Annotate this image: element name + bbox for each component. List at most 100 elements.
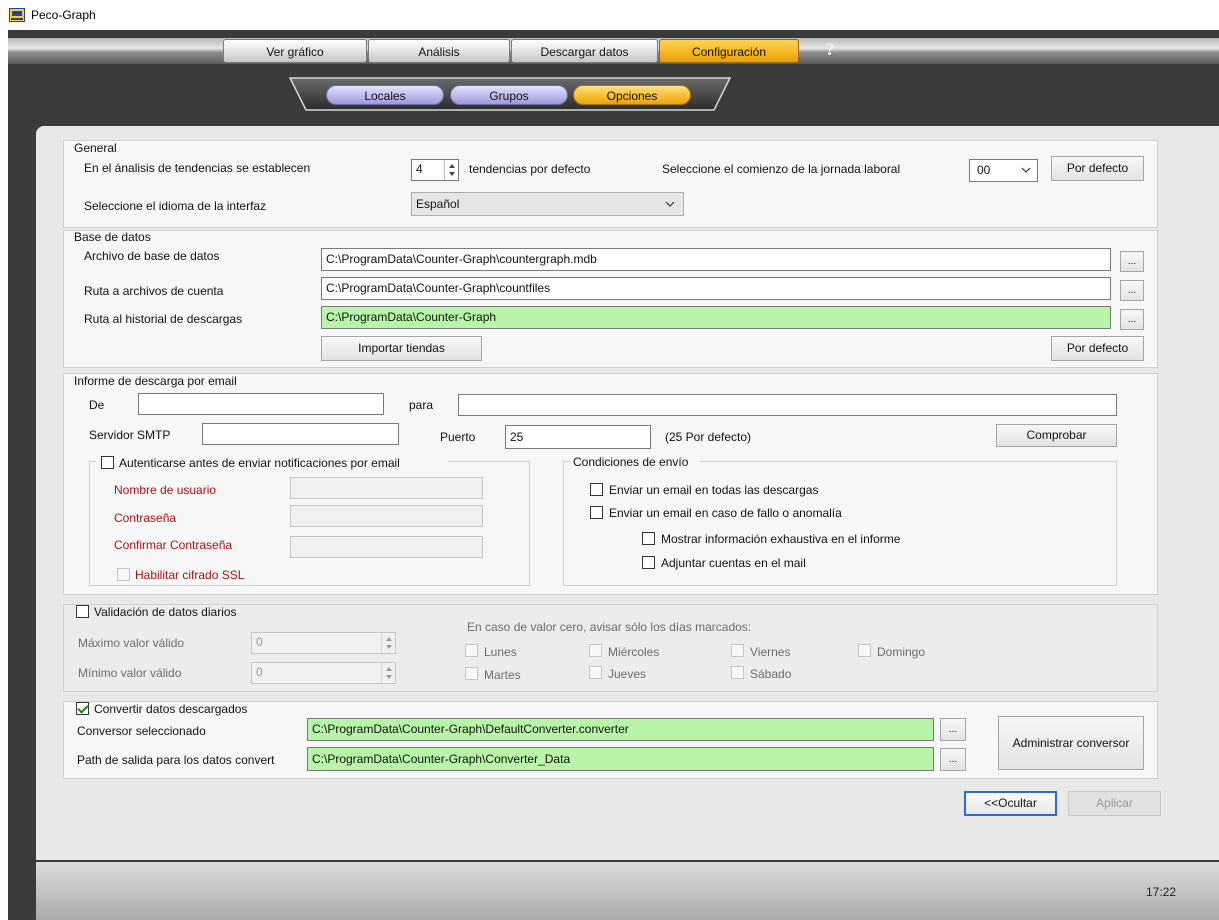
spin-up-icon [449,164,455,168]
output-path-browse-button[interactable]: ... [940,748,966,771]
converter-browse-button[interactable]: ... [940,718,966,741]
general-default-button[interactable]: Por defecto [1051,156,1144,181]
zero-days-label: En caso de valor cero, avisar sólo los d… [467,620,752,634]
hide-button[interactable]: <<Ocultar [964,791,1057,816]
day-lunes-checkbox[interactable] [465,644,478,657]
tab-configuracion[interactable]: Configuración [659,39,799,63]
workday-value: 00 [977,163,991,177]
day-jueves-checkbox[interactable] [589,666,602,679]
cond-fail-label: Enviar un email en caso de fallo o anoma… [609,506,842,520]
spin-up-icon [386,637,392,641]
window-titlebar [0,0,1219,30]
trends-spinner[interactable]: 4 [411,159,459,181]
import-stores-button[interactable]: Importar tiendas [321,336,482,361]
port-input[interactable]: 25 [505,425,651,449]
max-value: 0 [256,635,263,649]
database-title: Base de datos [74,230,151,244]
auth-checkbox[interactable] [101,456,114,469]
window-title: Peco-Graph [31,8,96,22]
min-value-spinner[interactable]: 0 [251,662,396,684]
converter-label: Conversor seleccionado [77,724,206,738]
spin-down-icon [386,675,392,679]
convert-checkbox[interactable] [76,702,89,715]
to-input[interactable] [458,394,1117,416]
day-miercoles-checkbox[interactable] [589,644,602,657]
day-viernes-label: Viernes [750,645,791,659]
trends-spin-buttons[interactable] [444,160,458,180]
db-file-input[interactable]: C:\ProgramData\Counter-Graph\countergrap… [321,248,1111,271]
username-label: Nombre de usuario [114,483,217,497]
cond-all-label: Enviar un email en todas las descargas [609,483,819,497]
username-input[interactable] [290,477,483,499]
confirm-password-label: Confirmar Contraseña [114,538,233,552]
check-smtp-button[interactable]: Comprobar [996,424,1117,447]
cond-detail-checkbox[interactable] [642,532,655,545]
day-domingo-checkbox[interactable] [858,644,871,657]
count-path-browse-button[interactable]: ... [1120,280,1144,301]
db-file-browse-button[interactable]: ... [1120,251,1144,272]
email-title: Informe de descarga por email [74,374,237,388]
count-path-label: Ruta a archivos de cuenta [84,284,224,298]
language-select[interactable]: Español [411,192,684,216]
smtp-input[interactable] [202,423,399,445]
help-button[interactable]: ? [820,40,840,60]
validation-title: Validación de datos diarios [94,605,237,619]
day-martes-label: Martes [484,668,521,682]
from-input[interactable] [138,393,384,415]
output-path-input[interactable]: C:\ProgramData\Counter-Graph\Converter_D… [307,747,934,771]
app-icon [9,8,25,22]
day-sabado-checkbox[interactable] [731,666,744,679]
trends-suffix: tendencias por defecto [469,162,591,176]
max-spin-buttons[interactable] [381,633,395,653]
ssl-checkbox[interactable] [117,568,130,581]
day-lunes-label: Lunes [484,645,517,659]
apply-button[interactable]: Aplicar [1068,791,1161,816]
workday-label: Seleccione el comienzo de la jornada lab… [662,162,901,176]
subtab-grupos[interactable]: Grupos [450,85,568,105]
min-spin-buttons[interactable] [381,663,395,683]
language-value: Español [416,197,460,211]
port-hint: (25 Por defecto) [665,430,752,444]
tab-descargar-datos[interactable]: Descargar datos [511,39,658,63]
trends-label: En el ánalisis de tendencias se establec… [84,161,311,175]
history-label: Ruta al historial de descargas [84,312,243,326]
status-bar [36,862,1219,920]
spin-down-icon [449,172,455,176]
confirm-password-input[interactable] [290,536,483,558]
from-label: De [89,398,105,412]
workday-select[interactable]: 00 [969,159,1038,182]
day-domingo-label: Domingo [877,645,926,659]
tab-ver-grafico[interactable]: Ver gráfico [223,39,367,63]
tab-analisis[interactable]: Análisis [368,39,510,63]
chevron-down-icon [665,201,675,207]
language-label: Seleccione el idioma de la interfaz [84,199,267,213]
count-path-input[interactable]: C:\ProgramData\Counter-Graph\countfiles [321,277,1111,300]
to-label: para [409,398,434,412]
converter-input[interactable]: C:\ProgramData\Counter-Graph\DefaultConv… [307,718,934,741]
database-default-button[interactable]: Por defecto [1051,336,1144,361]
cond-detail-label: Mostrar información exhaustiva en el inf… [661,532,901,546]
day-martes-checkbox[interactable] [465,667,478,680]
subtab-opciones[interactable]: Opciones [573,85,691,105]
max-value-spinner[interactable]: 0 [251,632,396,654]
status-clock: 17:22 [1146,885,1177,899]
cond-all-checkbox[interactable] [590,483,603,496]
password-input[interactable] [290,505,483,527]
manage-converter-button[interactable]: Administrar conversor [998,716,1144,770]
history-input[interactable]: C:\ProgramData\Counter-Graph [321,306,1111,329]
subtab-locales[interactable]: Locales [326,85,444,105]
db-file-label: Archivo de base de datos [84,249,220,263]
history-browse-button[interactable]: ... [1120,309,1144,330]
day-sabado-label: Sábado [750,667,792,681]
smtp-label: Servidor SMTP [89,428,171,442]
trends-value: 4 [416,162,423,176]
cond-attach-checkbox[interactable] [642,556,655,569]
spin-down-icon [386,645,392,649]
cond-fail-checkbox[interactable] [590,506,603,519]
general-title: General [74,141,117,155]
validation-checkbox[interactable] [76,605,89,618]
day-viernes-checkbox[interactable] [731,644,744,657]
min-value: 0 [256,665,263,679]
ssl-label: Habilitar cifrado SSL [135,568,245,582]
cond-attach-label: Adjuntar cuentas en el mail [661,556,806,570]
